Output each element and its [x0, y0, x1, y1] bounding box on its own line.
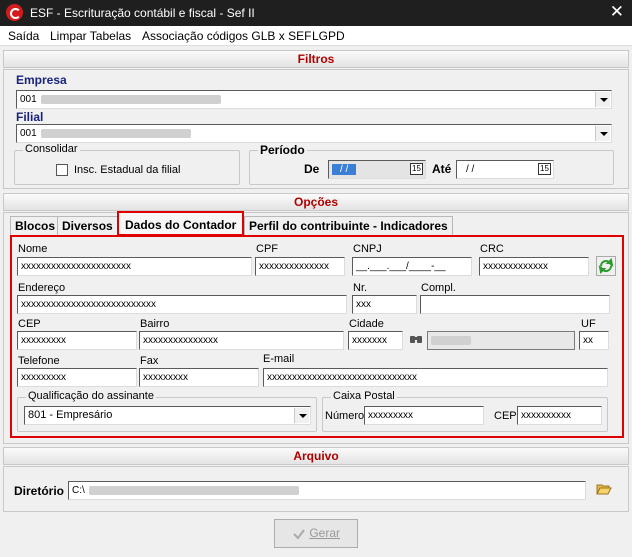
- filtros-header: Filtros: [3, 50, 629, 68]
- title-bar: ESF - Escrituração contábil e fiscal - S…: [0, 0, 632, 26]
- bairro-label: Bairro: [140, 318, 170, 330]
- calendar-icon[interactable]: 15: [410, 163, 423, 175]
- caixa-postal-label: Caixa Postal: [331, 390, 397, 402]
- uf-input[interactable]: xx: [579, 331, 609, 350]
- bairro-input[interactable]: xxxxxxxxxxxxxxx: [139, 331, 344, 350]
- uf-label: UF: [581, 318, 596, 330]
- telefone-input[interactable]: xxxxxxxxx: [17, 368, 137, 387]
- diretorio-label: Diretório: [14, 484, 65, 498]
- cidade-code-input[interactable]: xxxxxxx: [348, 331, 403, 350]
- compl-input[interactable]: [420, 295, 610, 314]
- cnpj-input[interactable]: __.___.___/____-__: [352, 257, 472, 276]
- empresa-label: Empresa: [16, 73, 67, 87]
- cidade-redacted: [431, 335, 471, 345]
- empresa-value: 001: [20, 94, 37, 105]
- filial-value: 001: [20, 128, 37, 139]
- cidade-label: Cidade: [349, 318, 384, 330]
- calendar-icon[interactable]: 15: [538, 163, 551, 175]
- app-logo-icon: [6, 4, 23, 21]
- diretorio-redacted: [88, 485, 299, 495]
- crc-input[interactable]: xxxxxxxxxxxxx: [479, 257, 589, 276]
- cidade-name-display: [427, 331, 575, 350]
- filial-label: Filial: [16, 110, 44, 124]
- ate-label: Até: [432, 162, 452, 176]
- telefone-label: Telefone: [18, 355, 60, 367]
- checkmark-icon: [293, 529, 305, 540]
- endereco-input[interactable]: xxxxxxxxxxxxxxxxxxxxxxxxxxx: [17, 295, 347, 314]
- tab-dados-do-contador[interactable]: Dados do Contador: [117, 211, 245, 236]
- tab-blocos[interactable]: Blocos: [10, 216, 61, 235]
- folder-open-icon[interactable]: [594, 480, 614, 500]
- crc-label: CRC: [480, 243, 504, 255]
- ate-value: / /: [466, 164, 475, 175]
- close-icon[interactable]: ✕: [610, 3, 624, 21]
- nr-input[interactable]: xxx: [352, 295, 417, 314]
- caixa-cep-input[interactable]: xxxxxxxxxx: [517, 406, 602, 425]
- filial-select[interactable]: 001: [16, 124, 612, 143]
- chevron-down-icon[interactable]: [595, 92, 610, 107]
- insc-checkbox[interactable]: [56, 164, 68, 176]
- chevron-down-icon[interactable]: [294, 408, 309, 423]
- refresh-icon[interactable]: [596, 256, 616, 276]
- fax-label: Fax: [140, 355, 159, 367]
- compl-label: Compl.: [421, 282, 456, 294]
- empresa-select[interactable]: 001: [16, 90, 612, 109]
- consolidar-label: Consolidar: [23, 143, 80, 155]
- tab-perfil-do-contribuinte[interactable]: Perfil do contribuinte - Indicadores: [244, 216, 453, 235]
- numero-input[interactable]: xxxxxxxxx: [364, 406, 484, 425]
- periodo-label: Período: [258, 143, 307, 157]
- de-label: De: [304, 162, 320, 176]
- de-value: / /: [332, 164, 357, 175]
- nr-label: Nr.: [353, 282, 368, 294]
- insc-label: Insc. Estadual da filial: [74, 164, 181, 176]
- cep-input[interactable]: xxxxxxxxx: [17, 331, 137, 350]
- nome-input[interactable]: xxxxxxxxxxxxxxxxxxxxxx: [17, 257, 252, 276]
- fax-input[interactable]: xxxxxxxxx: [139, 368, 259, 387]
- filial-redacted: [40, 128, 191, 138]
- caixa-cep-label: CEP: [494, 410, 517, 422]
- binoculars-icon[interactable]: [406, 330, 426, 350]
- tab-diversos[interactable]: Diversos: [57, 216, 118, 235]
- menu-lgpd[interactable]: LGPD: [312, 29, 345, 43]
- qualificacao-select[interactable]: 801 - Empresário: [24, 406, 311, 425]
- ate-date-input[interactable]: / / 15: [456, 160, 554, 179]
- qualificacao-value: 801 - Empresário: [28, 409, 113, 421]
- menu-saida[interactable]: Saída: [8, 29, 39, 43]
- cnpj-label: CNPJ: [353, 243, 382, 255]
- email-input[interactable]: xxxxxxxxxxxxxxxxxxxxxxxxxxxxxx: [263, 368, 608, 387]
- gerar-label: Gerar: [309, 526, 341, 540]
- chevron-down-icon[interactable]: [595, 126, 610, 141]
- empresa-redacted: [40, 94, 221, 104]
- diretorio-input[interactable]: C:\: [68, 481, 586, 500]
- menu-associacao[interactable]: Associação códigos GLB x SEF: [142, 29, 311, 43]
- arquivo-header: Arquivo: [3, 447, 629, 465]
- cpf-input[interactable]: xxxxxxxxxxxxxx: [255, 257, 345, 276]
- email-label: E-mail: [263, 353, 295, 365]
- window-title: ESF - Escrituração contábil e fiscal - S…: [30, 6, 255, 20]
- qualificacao-label: Qualificação do assinante: [26, 390, 156, 402]
- cpf-label: CPF: [256, 243, 278, 255]
- endereco-label: Endereço: [18, 282, 66, 294]
- nome-label: Nome: [18, 243, 48, 255]
- numero-label: Número: [325, 410, 365, 422]
- de-date-input[interactable]: / / 15: [328, 160, 426, 179]
- menu-limpar-tabelas[interactable]: Limpar Tabelas: [50, 29, 131, 43]
- diretorio-value: C:\: [72, 485, 85, 496]
- cep-label: CEP: [18, 318, 41, 330]
- menu-bar: Saída Limpar Tabelas Associação códigos …: [0, 26, 632, 46]
- opcoes-header: Opções: [3, 193, 629, 211]
- gerar-button[interactable]: Gerar: [274, 519, 358, 548]
